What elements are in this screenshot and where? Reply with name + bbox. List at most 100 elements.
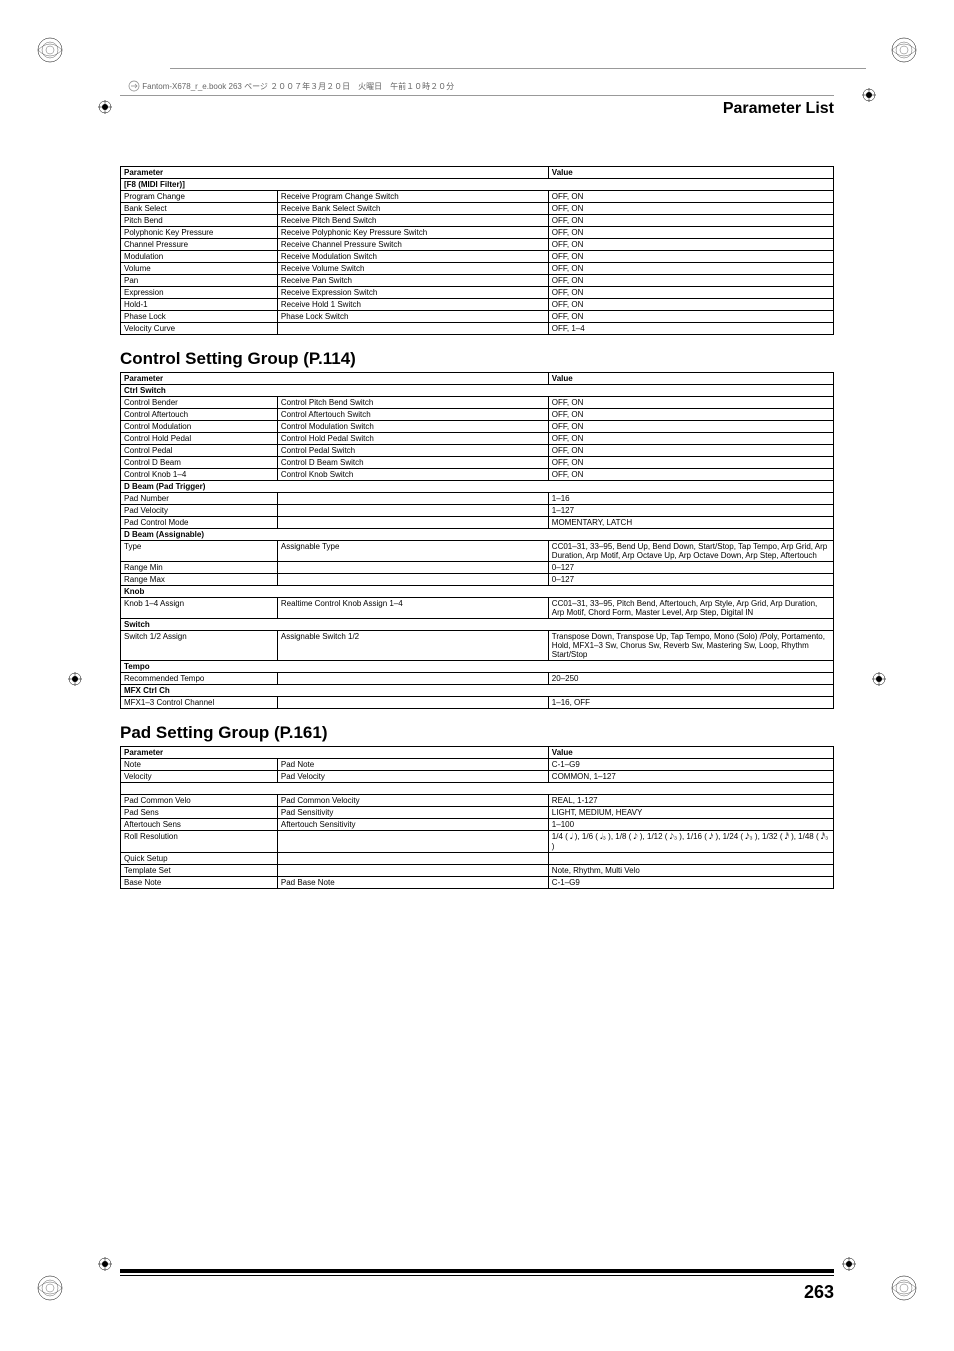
param-name: Switch 1/2 Assign	[121, 631, 278, 661]
param-value: CC01–31, 33–95, Bend Up, Bend Down, Star…	[548, 541, 833, 562]
table-row: Base NotePad Base NoteC-1–G9	[121, 877, 834, 889]
param-value: OFF, ON	[548, 457, 833, 469]
table-row: PanReceive Pan SwitchOFF, ON	[121, 275, 834, 287]
param-name: Control D Beam	[121, 457, 278, 469]
param-value: OFF, ON	[548, 251, 833, 263]
param-value: OFF, ON	[548, 445, 833, 457]
reg-mark-br2	[842, 1257, 856, 1271]
table-row: Pad SensPad SensitivityLIGHT, MEDIUM, HE…	[121, 807, 834, 819]
param-name: Expression	[121, 287, 278, 299]
table-header-row: Parameter Value	[121, 373, 834, 385]
book-header-text: Fantom-X678_r_e.book 263 ページ ２００７年３月２０日 …	[128, 80, 454, 94]
corner-spiro-tr	[890, 36, 918, 69]
table-row: Bank SelectReceive Bank Select SwitchOFF…	[121, 203, 834, 215]
param-name: Pan	[121, 275, 278, 287]
ctrl-switch-header: Ctrl Switch	[121, 385, 834, 397]
col-value: Value	[548, 747, 833, 759]
midi-filter-table: Parameter Value [F8 (MIDI Filter)] Progr…	[120, 166, 834, 335]
blank-row	[121, 783, 834, 795]
table-row: Control BenderControl Pitch Bend SwitchO…	[121, 397, 834, 409]
param-name: Recommended Tempo	[121, 673, 278, 685]
param-desc: Pad Base Note	[277, 877, 548, 889]
col-parameter: Parameter	[121, 167, 549, 179]
param-desc: Phase Lock Switch	[277, 311, 548, 323]
table-row: Pitch BendReceive Pitch Bend SwitchOFF, …	[121, 215, 834, 227]
table-row: Control ModulationControl Modulation Swi…	[121, 421, 834, 433]
footer-rule-thin	[120, 1275, 834, 1276]
book-header-label: Fantom-X678_r_e.book 263 ページ ２００７年３月２０日 …	[142, 82, 454, 91]
param-name: Range Min	[121, 562, 278, 574]
param-name: Note	[121, 759, 278, 771]
col-value: Value	[548, 373, 833, 385]
param-value: OFF, ON	[548, 397, 833, 409]
param-value: OFF, ON	[548, 409, 833, 421]
table-row: Pad Number1–16	[121, 493, 834, 505]
table-row: Control D BeamControl D Beam SwitchOFF, …	[121, 457, 834, 469]
table-row: Control PedalControl Pedal SwitchOFF, ON	[121, 445, 834, 457]
reg-mark-left	[68, 672, 82, 686]
table-row: Control AftertouchControl Aftertouch Swi…	[121, 409, 834, 421]
param-desc: Aftertouch Sensitivity	[277, 819, 548, 831]
tempo-header: Tempo	[121, 661, 834, 673]
corner-spiro-bl	[36, 1274, 64, 1307]
param-name: Knob 1–4 Assign	[121, 598, 278, 619]
param-name: Pad Control Mode	[121, 517, 278, 529]
table-row: ModulationReceive Modulation SwitchOFF, …	[121, 251, 834, 263]
pad-setting-table: Parameter Value NotePad NoteC-1–G9Veloci…	[120, 746, 834, 889]
param-desc: Receive Pan Switch	[277, 275, 548, 287]
table-header-row: Parameter Value	[121, 167, 834, 179]
param-value: 1/4 ( 𝅘𝅥 ), 1/6 ( 𝅘𝅥₃ ), 1/8 ( 𝅘𝅥𝅮 ), 1/…	[548, 831, 833, 853]
table-row: VolumeReceive Volume SwitchOFF, ON	[121, 263, 834, 275]
param-value: OFF, 1–4	[548, 323, 833, 335]
param-value: OFF, ON	[548, 287, 833, 299]
table-row: Switch 1/2 AssignAssignable Switch 1/2Tr…	[121, 631, 834, 661]
param-name: Base Note	[121, 877, 278, 889]
table-row: Program ChangeReceive Program Change Swi…	[121, 191, 834, 203]
param-name: Pad Velocity	[121, 505, 278, 517]
reg-mark-tr2	[862, 88, 876, 102]
param-value: 0–127	[548, 574, 833, 586]
mfx-header: MFX Ctrl Ch	[121, 685, 834, 697]
footer-rule-thick	[120, 1269, 834, 1273]
param-value: OFF, ON	[548, 469, 833, 481]
param-name: Quick Setup	[121, 853, 278, 865]
param-value: 0–127	[548, 562, 833, 574]
header-rule	[120, 95, 834, 96]
section-title: Parameter List	[120, 100, 834, 118]
table-row: Template SetNote, Rhythm, Multi Velo	[121, 865, 834, 877]
param-value: OFF, ON	[548, 311, 833, 323]
param-value: 1–100	[548, 819, 833, 831]
param-desc: Receive Pitch Bend Switch	[277, 215, 548, 227]
param-value: COMMON, 1–127	[548, 771, 833, 783]
param-desc: Receive Volume Switch	[277, 263, 548, 275]
switch-header: Switch	[121, 619, 834, 631]
param-name: Velocity Curve	[121, 323, 278, 335]
param-value: 1–127	[548, 505, 833, 517]
param-name: Type	[121, 541, 278, 562]
param-desc: Receive Expression Switch	[277, 287, 548, 299]
table-row: Control Hold PedalControl Hold Pedal Swi…	[121, 433, 834, 445]
page-number: 263	[120, 1282, 834, 1303]
table-row: TypeAssignable TypeCC01–31, 33–95, Bend …	[121, 541, 834, 562]
table-row: Velocity Curve OFF, 1–4	[121, 323, 834, 335]
midi-filter-header: [F8 (MIDI Filter)]	[121, 179, 834, 191]
param-name: Bank Select	[121, 203, 278, 215]
param-value: CC01–31, 33–95, Pitch Bend, Aftertouch, …	[548, 598, 833, 619]
param-name: Control Pedal	[121, 445, 278, 457]
col-value: Value	[548, 167, 833, 179]
table-row: Knob 1–4 AssignRealtime Control Knob Ass…	[121, 598, 834, 619]
param-desc: Control Hold Pedal Switch	[277, 433, 548, 445]
param-value: OFF, ON	[548, 227, 833, 239]
param-name: Template Set	[121, 865, 278, 877]
param-value: Transpose Down, Transpose Up, Tap Tempo,…	[548, 631, 833, 661]
param-desc	[277, 493, 548, 505]
param-name: MFX1–3 Control Channel	[121, 697, 278, 709]
param-value: OFF, ON	[548, 275, 833, 287]
corner-spiro-tl	[36, 36, 64, 69]
param-value: REAL, 1-127	[548, 795, 833, 807]
param-name: Program Change	[121, 191, 278, 203]
param-name: Volume	[121, 263, 278, 275]
table-row: Range Min 0–127	[121, 562, 834, 574]
header-rule-top	[170, 68, 866, 69]
param-desc: Pad Sensitivity	[277, 807, 548, 819]
